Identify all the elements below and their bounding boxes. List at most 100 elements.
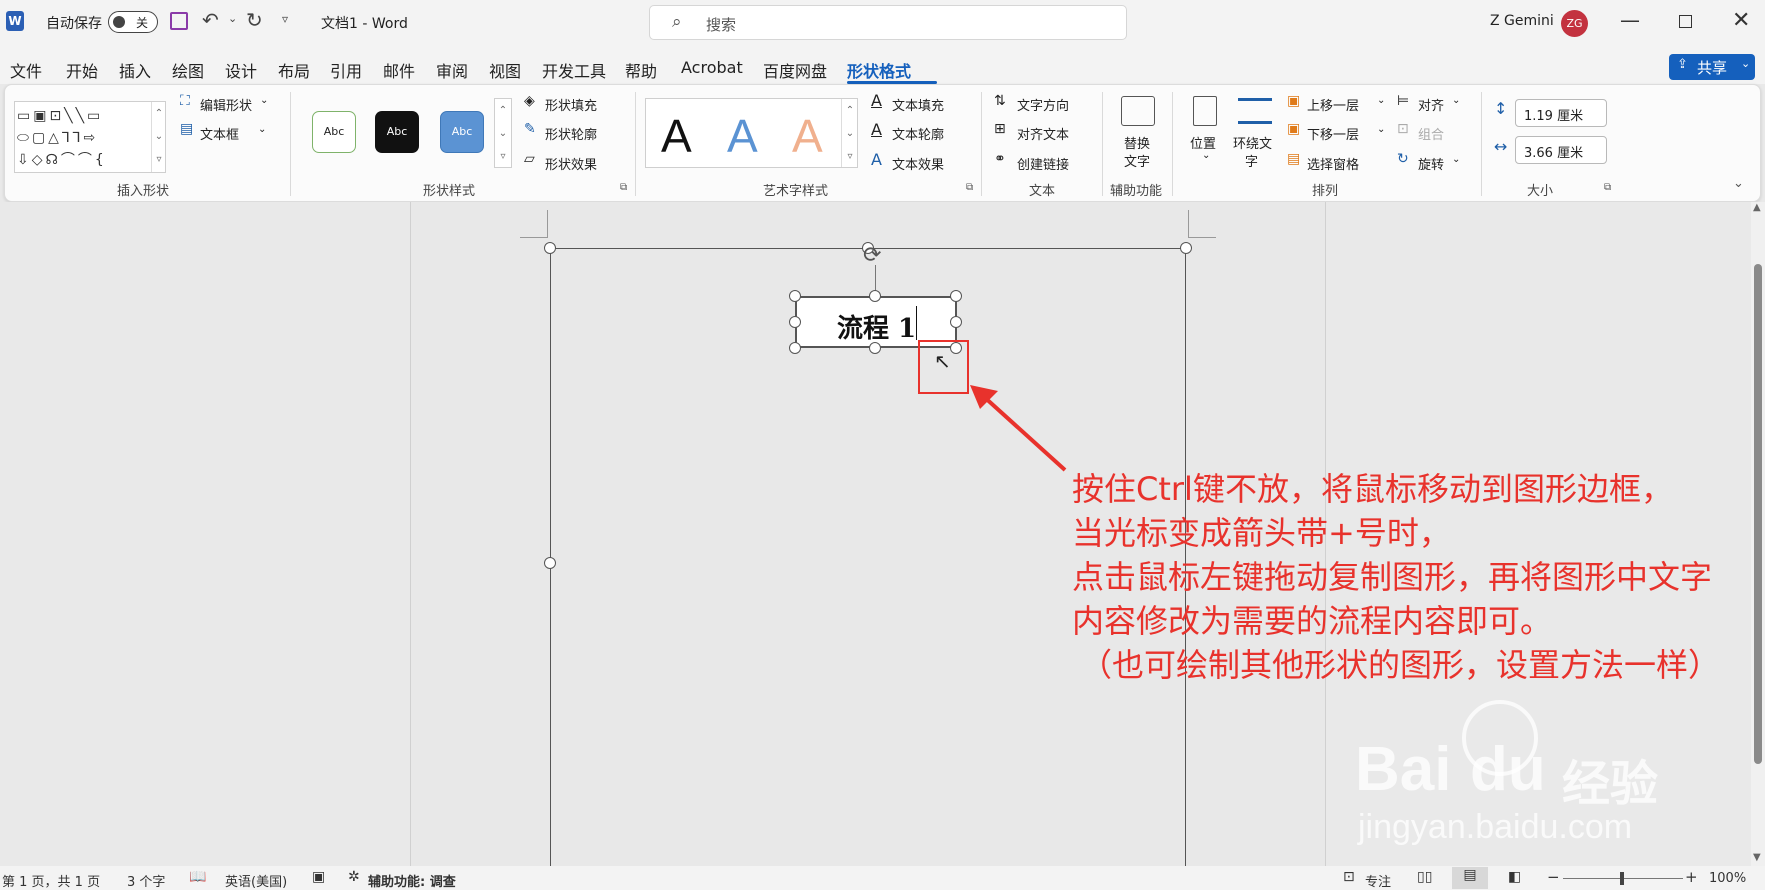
shape-outline-button[interactable]: 形状轮廓 (545, 124, 597, 143)
scroll-down-icon[interactable]: ▼ (1753, 852, 1761, 863)
shape-handle[interactable] (869, 290, 881, 302)
tab-home[interactable]: 开始 (66, 58, 98, 82)
tab-draw[interactable]: 绘图 (172, 58, 204, 82)
tab-help[interactable]: 帮助 (625, 58, 657, 82)
edit-shape-button[interactable]: 编辑形状 (200, 95, 252, 114)
zoom-level[interactable]: 100% (1709, 871, 1746, 886)
shape-handle[interactable] (789, 290, 801, 302)
shape-style-preset-3[interactable]: Abc (440, 111, 484, 153)
user-name[interactable]: Z Gemini (1490, 13, 1554, 29)
redo-icon[interactable]: ↻ (246, 8, 263, 32)
chevron-down-icon[interactable]: ⌄ (1202, 150, 1210, 161)
text-fill-button[interactable]: 文本填充 (892, 95, 944, 114)
word-count[interactable]: 3 个字 (127, 871, 165, 890)
zoom-slider-thumb[interactable] (1620, 872, 1624, 885)
canvas-handle[interactable] (544, 242, 556, 254)
align-button[interactable]: 对齐 (1418, 95, 1444, 114)
wordart-gallery[interactable]: A A A ⌃ ⌄ ▿ (645, 98, 858, 168)
maximize-icon[interactable] (1679, 15, 1692, 28)
page-count[interactable]: 第 1 页，共 1 页 (2, 871, 100, 890)
shape-handle[interactable] (950, 290, 962, 302)
focus-mode[interactable]: 专注 (1365, 871, 1391, 890)
share-button[interactable]: ⇪ 共享 ⌄ (1669, 54, 1755, 80)
tab-review[interactable]: 审阅 (436, 58, 468, 82)
selection-pane-button[interactable]: 选择窗格 (1307, 154, 1359, 173)
canvas-handle[interactable] (1180, 242, 1192, 254)
chevron-down-icon[interactable]: ⌄ (1377, 124, 1385, 135)
wordart-style-3[interactable]: A (792, 109, 823, 163)
wordart-scroll[interactable]: ⌃ ⌄ ▿ (841, 99, 858, 167)
alt-text-icon[interactable] (1121, 96, 1155, 126)
send-backward-button[interactable]: 下移一层 (1307, 124, 1359, 143)
tab-references[interactable]: 引用 (330, 58, 362, 82)
rotate-button[interactable]: 旋转 (1418, 154, 1444, 173)
tab-developer[interactable]: 开发工具 (542, 58, 606, 82)
tab-mailings[interactable]: 邮件 (383, 58, 415, 82)
scrollbar-thumb[interactable] (1754, 264, 1762, 764)
shape-handle[interactable] (789, 342, 801, 354)
create-link-button[interactable]: 创建链接 (1017, 154, 1069, 173)
shape-style-preset-1[interactable]: Abc (312, 111, 356, 153)
tab-insert[interactable]: 插入 (119, 58, 151, 82)
alt-text-label-1[interactable]: 替换 (1124, 133, 1150, 152)
wrap-text-button-1[interactable]: 环绕文 (1233, 133, 1272, 152)
position-icon[interactable] (1193, 96, 1217, 126)
proofing-icon[interactable]: 📖 (189, 869, 206, 885)
undo-dropdown-icon[interactable]: ⌄ (228, 12, 237, 25)
align-text-button[interactable]: 对齐文本 (1017, 124, 1069, 143)
collapse-ribbon-icon[interactable]: ⌄ (1733, 176, 1744, 191)
tab-baidu-netdisk[interactable]: 百度网盘 (763, 58, 827, 82)
zoom-slider[interactable] (1563, 872, 1683, 885)
dialog-launcher-icon[interactable]: ⧉ (1604, 182, 1611, 193)
wrap-text-button-2[interactable]: 字 (1245, 151, 1258, 170)
rotate-handle-icon[interactable]: ⟳ (863, 243, 881, 268)
chevron-down-icon[interactable]: ⌄ (1452, 154, 1460, 165)
shape-handle[interactable] (869, 342, 881, 354)
group-button[interactable]: 组合 (1418, 124, 1444, 143)
tab-acrobat[interactable]: Acrobat (681, 58, 743, 77)
shape-style-preset-2[interactable]: Abc (375, 111, 419, 153)
flow-shape-text[interactable]: 流程 1 (837, 308, 916, 345)
text-outline-button[interactable]: 文本轮廓 (892, 124, 944, 143)
language[interactable]: 英语(美国) (225, 871, 287, 890)
accessibility-status[interactable]: 辅助功能: 调查 (368, 871, 456, 890)
autosave-toggle[interactable]: 关 (108, 11, 158, 33)
shape-gallery[interactable]: ▭▣⊡╲╲▭ ⬭▢△⅂⅂⇨ ⇩◇☊⌒⌒{ ⌃ ⌄ ▿ (14, 101, 166, 173)
canvas-handle[interactable] (544, 557, 556, 569)
chevron-down-icon[interactable]: ⌄ (1377, 95, 1385, 106)
read-mode-icon[interactable]: ▯▯ (1417, 869, 1432, 885)
save-icon[interactable] (170, 12, 188, 30)
dialog-launcher-icon[interactable]: ⧉ (620, 182, 627, 193)
dialog-launcher-icon[interactable]: ⧉ (966, 182, 973, 193)
shape-icons[interactable]: ▭▣⊡╲╲▭ ⬭▢△⅂⅂⇨ ⇩◇☊⌒⌒{ (17, 105, 147, 171)
tab-design[interactable]: 设计 (225, 58, 257, 82)
print-layout-icon[interactable]: ▤ (1452, 867, 1488, 889)
gallery-scroll[interactable]: ⌃ ⌄ ▿ (151, 102, 166, 172)
shape-handle[interactable] (950, 316, 962, 328)
minimize-icon[interactable]: — (1620, 8, 1640, 32)
customize-toolbar-icon[interactable]: ▿ (282, 12, 288, 26)
vertical-scrollbar[interactable]: ▲ ▼ (1751, 202, 1765, 866)
avatar[interactable]: ZG (1561, 10, 1588, 37)
tab-file[interactable]: 文件 (10, 58, 42, 82)
text-effects-button[interactable]: 文本效果 (892, 154, 944, 173)
chevron-down-icon[interactable]: ⌄ (260, 95, 268, 106)
undo-icon[interactable]: ↶ (202, 8, 219, 32)
shape-width-input[interactable]: 3.66 厘米 (1515, 136, 1607, 164)
wordart-style-2[interactable]: A (727, 109, 758, 163)
scroll-up-icon[interactable]: ▲ (1753, 202, 1761, 213)
close-icon[interactable]: ✕ (1732, 8, 1750, 33)
alt-text-label-2[interactable]: 文字 (1124, 151, 1150, 170)
search-box[interactable]: ⌕ 搜索 (649, 5, 1127, 40)
tab-view[interactable]: 视图 (489, 58, 521, 82)
wrap-text-icon[interactable] (1238, 98, 1272, 124)
wordart-style-1[interactable]: A (661, 109, 692, 163)
bring-forward-button[interactable]: 上移一层 (1307, 95, 1359, 114)
shape-fill-button[interactable]: 形状填充 (545, 95, 597, 114)
web-layout-icon[interactable]: ◧ (1508, 869, 1521, 885)
shape-height-input[interactable]: 1.19 厘米 (1515, 99, 1607, 127)
chevron-down-icon[interactable]: ⌄ (1452, 95, 1460, 106)
chevron-down-icon[interactable]: ⌄ (258, 124, 266, 135)
shape-handle[interactable] (789, 316, 801, 328)
text-box-button[interactable]: 文本框 (200, 124, 239, 143)
